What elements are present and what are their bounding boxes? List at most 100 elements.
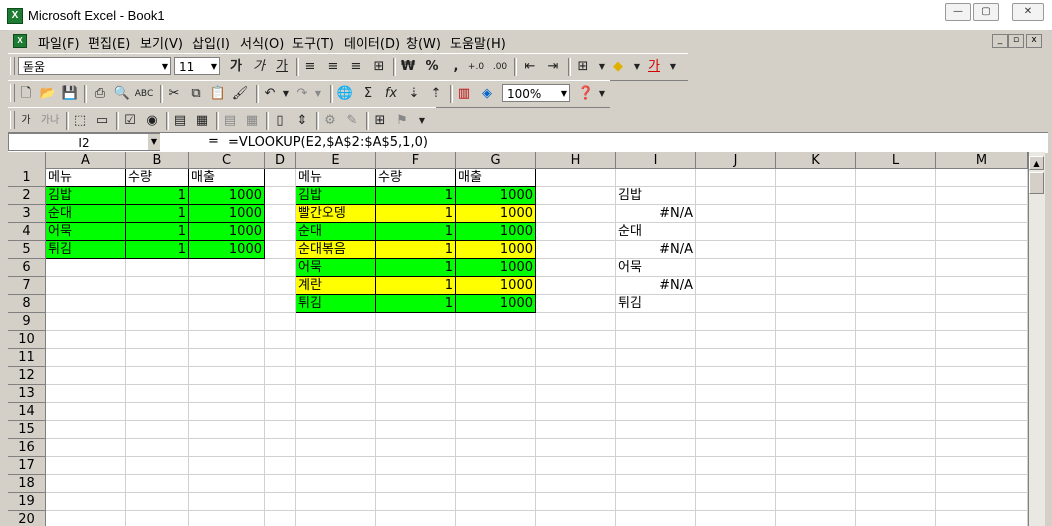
cell-i10[interactable] [616,331,696,349]
cell-h2[interactable] [536,187,616,205]
cell-m15[interactable] [936,421,1028,439]
cell-a9[interactable] [46,313,126,331]
cell-h7[interactable] [536,277,616,295]
cell-c13[interactable] [189,385,265,403]
worksheet-grid[interactable]: A B C D E F G H I J K L M 1 메뉴 수량 매출 메뉴 수량 매출 2 김밥 1 1000 김밥 1 100… [8,152,1028,526]
cell-m10[interactable] [936,331,1028,349]
chevron-down-icon[interactable]: ▼ [592,84,612,104]
sort-descending-icon[interactable]: ⇡ [426,84,446,104]
cell-c6[interactable] [189,259,265,277]
column-header-i[interactable]: I [616,152,696,169]
menu-tools[interactable]: 도구(T) [292,33,334,52]
cell-i6[interactable]: 어묵 [616,259,696,277]
cell-f9[interactable] [376,313,456,331]
cell-d16[interactable] [265,439,296,457]
cell-f4[interactable]: 1 [376,223,456,241]
cell-g3[interactable]: 1000 [456,205,536,223]
open-folder-icon[interactable]: 📂 [38,84,58,104]
cell-b6[interactable] [126,259,189,277]
cell-i5[interactable]: #N/A [616,241,696,259]
cell-b10[interactable] [126,331,189,349]
cell-i7[interactable]: #N/A [616,277,696,295]
cell-b1[interactable]: 수량 [126,169,189,187]
underline-button[interactable]: 가 [272,57,292,77]
cell-a4[interactable]: 어묵 [46,223,126,241]
cell-f20[interactable] [376,511,456,526]
cell-m17[interactable] [936,457,1028,475]
cell-i18[interactable] [616,475,696,493]
combo-box-icon[interactable]: ▦ [192,111,212,131]
cell-b4[interactable]: 1 [126,223,189,241]
cell-e6[interactable]: 어묵 [296,259,376,277]
menu-data[interactable]: 데이터(D) [344,33,400,52]
cell-i15[interactable] [616,421,696,439]
row-header-10[interactable]: 10 [8,331,46,349]
row-header-9[interactable]: 9 [8,313,46,331]
cell-a18[interactable] [46,475,126,493]
cell-m20[interactable] [936,511,1028,526]
cell-j18[interactable] [696,475,776,493]
cell-c16[interactable] [189,439,265,457]
list-box-icon[interactable]: ▤ [170,111,190,131]
print-preview-icon[interactable]: 🔍 [112,84,132,104]
cell-l1[interactable] [856,169,936,187]
bold-button[interactable]: 가 [226,57,246,77]
cell-l7[interactable] [856,277,936,295]
cell-i12[interactable] [616,367,696,385]
cell-c1[interactable]: 매출 [189,169,265,187]
cell-b12[interactable] [126,367,189,385]
cell-k4[interactable] [776,223,856,241]
menu-view[interactable]: 보기(V) [140,33,183,52]
cell-i1[interactable] [616,169,696,187]
cell-k7[interactable] [776,277,856,295]
cell-m1[interactable] [936,169,1028,187]
cell-j12[interactable] [696,367,776,385]
cell-k9[interactable] [776,313,856,331]
cell-i17[interactable] [616,457,696,475]
cell-e10[interactable] [296,331,376,349]
excel-app-icon[interactable]: X [7,8,23,24]
cell-c10[interactable] [189,331,265,349]
cell-k1[interactable] [776,169,856,187]
cell-d9[interactable] [265,313,296,331]
cell-m14[interactable] [936,403,1028,421]
cell-g13[interactable] [456,385,536,403]
cell-f7[interactable]: 1 [376,277,456,295]
cell-m9[interactable] [936,313,1028,331]
cell-h18[interactable] [536,475,616,493]
cell-f15[interactable] [376,421,456,439]
cell-e12[interactable] [296,367,376,385]
cell-a8[interactable] [46,295,126,313]
cell-g9[interactable] [456,313,536,331]
cell-l17[interactable] [856,457,936,475]
cell-i8[interactable]: 튀김 [616,295,696,313]
cell-j2[interactable] [696,187,776,205]
insert-function-button[interactable]: fx [381,84,401,104]
cell-j15[interactable] [696,421,776,439]
cell-f19[interactable] [376,493,456,511]
cell-j20[interactable] [696,511,776,526]
autosum-button[interactable]: Σ [358,84,378,104]
cell-h8[interactable] [536,295,616,313]
cell-k5[interactable] [776,241,856,259]
cell-e5[interactable]: 순대볶음 [296,241,376,259]
cell-h1[interactable] [536,169,616,187]
increase-decimal-button[interactable]: +.0 [466,57,486,77]
cell-a1[interactable]: 메뉴 [46,169,126,187]
cell-d18[interactable] [265,475,296,493]
cell-d2[interactable] [265,187,296,205]
cell-b20[interactable] [126,511,189,526]
cell-i13[interactable] [616,385,696,403]
cell-l9[interactable] [856,313,936,331]
label-control-button[interactable]: 가 [16,111,36,131]
cell-a10[interactable] [46,331,126,349]
cell-i2[interactable]: 김밥 [616,187,696,205]
cell-h9[interactable] [536,313,616,331]
row-header-20[interactable]: 20 [8,511,46,526]
cell-g11[interactable] [456,349,536,367]
cell-j4[interactable] [696,223,776,241]
cell-a6[interactable] [46,259,126,277]
cell-g1[interactable]: 매출 [456,169,536,187]
scroll-bar-icon[interactable]: ▯ [270,111,290,131]
cell-c14[interactable] [189,403,265,421]
